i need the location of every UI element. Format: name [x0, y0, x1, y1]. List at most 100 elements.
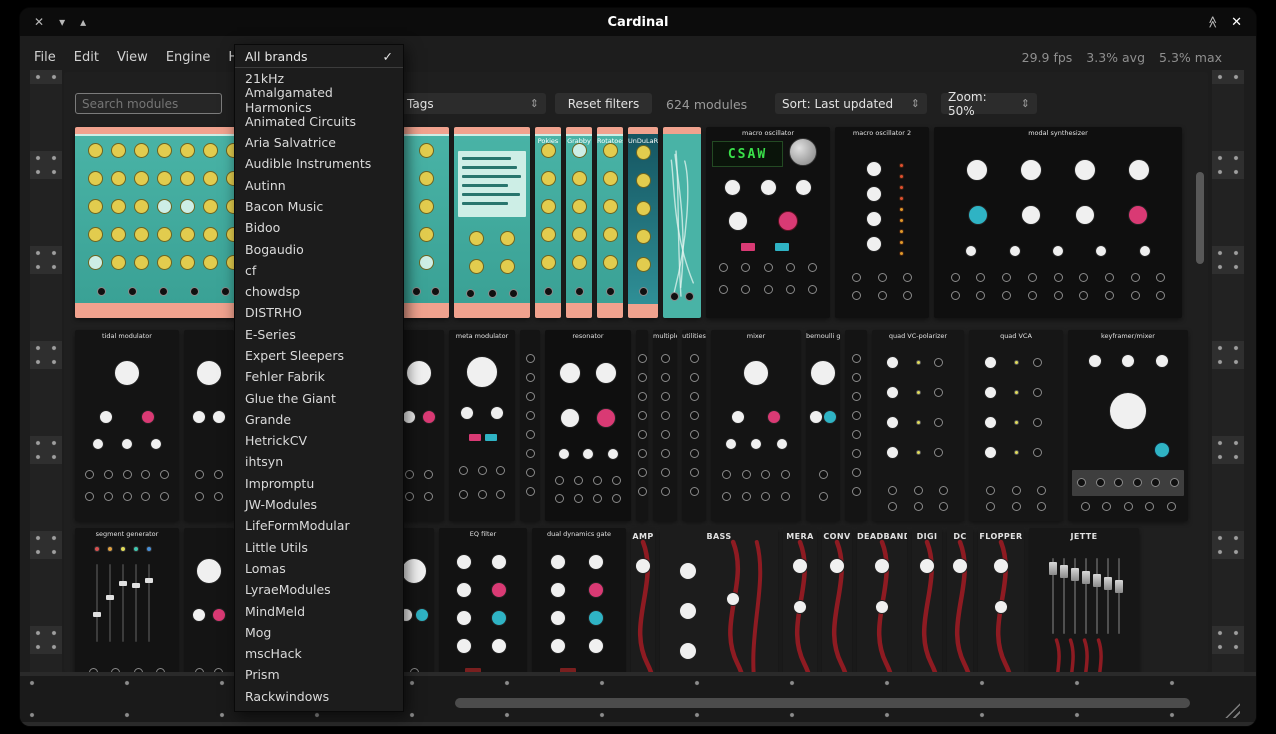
module-tile[interactable]: EQ filter	[439, 528, 527, 672]
brand-menu-item[interactable]: Expert Sleepers	[235, 345, 403, 366]
reset-filters-button[interactable]: Reset filters	[555, 93, 652, 114]
rack-rail-right	[1212, 70, 1244, 726]
module-tile[interactable]	[184, 330, 234, 521]
x-logo-icon[interactable]: ✕	[1231, 15, 1242, 30]
collapse-icon[interactable]: ≫	[1205, 16, 1219, 29]
module-tile[interactable]: keyframer/mixer	[1068, 330, 1188, 521]
module-tile[interactable]: JETTE	[1029, 528, 1139, 672]
module-tile[interactable]: AMP	[631, 528, 655, 672]
module-name: modal synthesizer	[934, 129, 1182, 137]
zoom-dropdown[interactable]: Zoom: 50% ⇕	[941, 93, 1037, 114]
module-name: DC	[947, 532, 973, 541]
module-tile[interactable]: bernoulli gate	[806, 330, 840, 521]
menu-item-edit[interactable]: Edit	[74, 50, 99, 65]
module-tile[interactable]: FLOPPER	[978, 528, 1024, 672]
brand-menu-item[interactable]: ihtsyn	[235, 451, 403, 472]
module-tile[interactable]	[520, 330, 540, 521]
brand-menu-item[interactable]: Bacon Music	[235, 196, 403, 217]
module-tile[interactable]	[663, 127, 701, 318]
cpu-max-stat: 5.3% max	[1159, 50, 1222, 65]
brand-menu-item[interactable]: DISTRHO	[235, 302, 403, 323]
module-tile[interactable]: DC	[947, 528, 973, 672]
brand-menu-item[interactable]: Autinn	[235, 174, 403, 195]
brand-filter-menu: All brands ✓ 21kHzAmalgamated HarmonicsA…	[234, 44, 404, 712]
menu-item-view[interactable]: View	[117, 50, 148, 65]
module-name: Rotatoes	[597, 137, 623, 145]
module-name: multiples	[653, 332, 677, 340]
all-brands-label: All brands	[245, 49, 308, 64]
brand-menu-item[interactable]: LifeFormModular	[235, 515, 403, 536]
app-area: FileEditViewEngineHelp 29.9 fps 3.3% avg…	[20, 36, 1256, 726]
module-tile[interactable]: UnDuLaR	[628, 127, 658, 318]
vertical-scrollbar[interactable]	[1196, 172, 1204, 264]
module-tile[interactable]: tidal modulator	[75, 330, 179, 521]
fps-stat: 29.9 fps	[1022, 50, 1073, 65]
brand-menu-item[interactable]: Bidoo	[235, 217, 403, 238]
brand-menu-item[interactable]: Little Utils	[235, 537, 403, 558]
module-tile[interactable]	[184, 528, 234, 672]
brand-menu-item[interactable]: Glue the Giant	[235, 387, 403, 408]
module-tile[interactable]	[636, 330, 648, 521]
module-tile[interactable]: CONV	[822, 528, 852, 672]
module-tile[interactable]: MERA	[783, 528, 817, 672]
brand-menu-item[interactable]: Lomas	[235, 558, 403, 579]
module-tile[interactable]: segment generator	[75, 528, 179, 672]
module-tile[interactable]: BASS	[660, 528, 778, 672]
brand-menu-item[interactable]: JW-Modules	[235, 494, 403, 515]
module-tile[interactable]: DIGI	[912, 528, 942, 672]
horizontal-scrollbar[interactable]	[455, 698, 1190, 708]
module-name: segment generator	[75, 530, 179, 538]
module-name: DIGI	[912, 532, 942, 541]
brand-menu-item[interactable]: Mog	[235, 622, 403, 643]
module-tile[interactable]: dual dynamics gate	[532, 528, 626, 672]
chevron-down-icon[interactable]: ▾	[59, 15, 65, 29]
module-tile[interactable]	[845, 330, 867, 521]
module-tile[interactable]: resonator	[545, 330, 631, 521]
search-input[interactable]	[75, 93, 222, 114]
menu-item-engine[interactable]: Engine	[166, 50, 211, 65]
module-tile[interactable]: DEADBAND	[857, 528, 907, 672]
module-name: Pokies	[535, 137, 561, 145]
module-tile[interactable]: quad VC-polarizer	[872, 330, 964, 521]
module-tile[interactable]: Grabby	[566, 127, 592, 318]
brand-menu-item[interactable]: Impromptu	[235, 473, 403, 494]
tags-dropdown[interactable]: Tags ⇕	[400, 93, 546, 114]
module-tile[interactable]	[403, 127, 449, 318]
menu-items: FileEditViewEngineHelp	[34, 50, 258, 65]
module-tile[interactable]: Rotatoes	[597, 127, 623, 318]
module-tile[interactable]	[454, 127, 530, 318]
module-name: meta modulator	[449, 332, 515, 340]
brand-menu-item[interactable]: chowdsp	[235, 281, 403, 302]
chevron-up-icon[interactable]: ▴	[80, 15, 86, 29]
brand-menu-item[interactable]: Aria Salvatrice	[235, 132, 403, 153]
module-tile[interactable]: mixer	[711, 330, 801, 521]
brand-menu-item[interactable]: E-Series	[235, 324, 403, 345]
brand-menu-item[interactable]: Audible Instruments	[235, 153, 403, 174]
brand-menu-item[interactable]: MindMeld	[235, 600, 403, 621]
module-tile[interactable]: Pokies	[535, 127, 561, 318]
brand-menu-item[interactable]: mscHack	[235, 643, 403, 664]
module-tile[interactable]: quad VCA	[969, 330, 1063, 521]
menu-item-all-brands[interactable]: All brands ✓	[235, 45, 403, 67]
module-tile[interactable]: utilities	[682, 330, 706, 521]
module-tile[interactable]: macro oscillatorCSAW	[706, 127, 830, 318]
brand-menu-item[interactable]: Rackwindows	[235, 686, 403, 707]
module-tile[interactable]: macro oscillator 2	[835, 127, 929, 318]
brand-menu-item[interactable]: Amalgamated Harmonics	[235, 89, 403, 110]
close-icon[interactable]: ✕	[34, 15, 44, 29]
module-tile[interactable]: modal synthesizer	[934, 127, 1182, 318]
module-tile[interactable]: meta modulator	[449, 330, 515, 521]
brand-menu-item[interactable]: Bogaudio	[235, 238, 403, 259]
brand-menu-item[interactable]: cf	[235, 260, 403, 281]
cpu-avg-stat: 3.3% avg	[1086, 50, 1145, 65]
module-name: quad VC-polarizer	[872, 332, 964, 340]
brand-menu-item[interactable]: Fehler Fabrik	[235, 366, 403, 387]
menu-item-file[interactable]: File	[34, 50, 56, 65]
brand-menu-item[interactable]: LyraeModules	[235, 579, 403, 600]
module-name: bernoulli gate	[806, 332, 840, 340]
sort-dropdown[interactable]: Sort: Last updated ⇕	[775, 93, 927, 114]
brand-menu-item[interactable]: HetrickCV	[235, 430, 403, 451]
module-tile[interactable]: multiples	[653, 330, 677, 521]
brand-menu-item[interactable]: Prism	[235, 664, 403, 685]
brand-menu-item[interactable]: Grande	[235, 409, 403, 430]
